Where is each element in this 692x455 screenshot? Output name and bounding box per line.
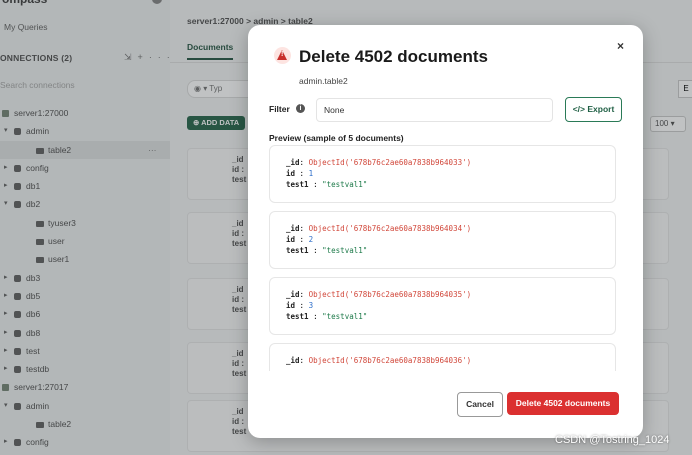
watermark: CSDN @Tostring_1024 (555, 434, 670, 446)
preview-document: _id: ObjectId('678b76c2ae60a7838b964033'… (269, 145, 616, 203)
preview-document: _id: ObjectId('678b76c2ae60a7838b964036'… (269, 343, 616, 371)
export-button[interactable]: </> Export (565, 97, 622, 122)
modal-namespace: admin.table2 (299, 76, 348, 86)
field-value: 3 (308, 301, 314, 310)
export-label: Export (587, 104, 615, 114)
field-separator: : (299, 356, 309, 365)
field-separator: : (295, 169, 309, 178)
preview-document: _id: ObjectId('678b76c2ae60a7838b964034'… (269, 211, 616, 269)
document-field: test1 : "testval1" (286, 312, 367, 321)
field-separator: : (308, 180, 323, 189)
field-separator: : (299, 290, 309, 299)
modal-title: Delete 4502 documents (299, 47, 488, 66)
field-key: id (286, 235, 296, 244)
document-field: test1 : "testval1" (286, 246, 367, 255)
document-field: _id: ObjectId('678b76c2ae60a7838b964035'… (286, 290, 471, 299)
code-icon: </> (572, 104, 585, 114)
field-separator: : (299, 224, 309, 233)
delete-documents-modal: × Delete 4502 documents admin.table2 Fil… (248, 25, 643, 438)
field-value: ObjectId('678b76c2ae60a7838b964035') (308, 290, 472, 299)
field-key: _id (286, 224, 300, 233)
field-key: id (286, 301, 296, 310)
field-key: test1 (286, 312, 309, 321)
field-key: _id (286, 290, 300, 299)
preview-label: Preview (sample of 5 documents) (269, 133, 404, 143)
field-key: test1 (286, 246, 309, 255)
document-field: _id: ObjectId('678b76c2ae60a7838b964036'… (286, 356, 471, 365)
field-separator: : (308, 246, 323, 255)
cancel-button[interactable]: Cancel (457, 392, 503, 417)
field-value: ObjectId('678b76c2ae60a7838b964034') (308, 224, 472, 233)
field-separator: : (295, 235, 309, 244)
field-value: "testval1" (322, 180, 368, 189)
field-value: "testval1" (322, 246, 368, 255)
document-field: test1 : "testval1" (286, 180, 367, 189)
document-field: id : 1 (286, 169, 313, 178)
warning-icon (274, 47, 291, 64)
field-separator: : (299, 158, 309, 167)
field-value: "testval1" (322, 312, 368, 321)
field-separator: : (308, 312, 323, 321)
delete-documents-button[interactable]: Delete 4502 documents (507, 392, 619, 415)
field-separator: : (295, 301, 309, 310)
close-icon[interactable]: × (617, 39, 624, 53)
field-key: test1 (286, 180, 309, 189)
field-key: id (286, 169, 296, 178)
preview-document: _id: ObjectId('678b76c2ae60a7838b964035'… (269, 277, 616, 335)
document-field: _id: ObjectId('678b76c2ae60a7838b964033'… (286, 158, 471, 167)
field-value: 2 (308, 235, 314, 244)
field-value: ObjectId('678b76c2ae60a7838b964033') (308, 158, 472, 167)
document-field: id : 3 (286, 301, 313, 310)
field-key: _id (286, 158, 300, 167)
field-value: ObjectId('678b76c2ae60a7838b964036') (308, 356, 472, 365)
filter-field: None (316, 98, 553, 122)
preview-list[interactable]: _id: ObjectId('678b76c2ae60a7838b964033'… (269, 145, 617, 371)
filter-label: Filter (269, 104, 290, 114)
document-field: _id: ObjectId('678b76c2ae60a7838b964034'… (286, 224, 471, 233)
info-icon[interactable]: i (296, 104, 305, 113)
field-value: 1 (308, 169, 314, 178)
field-key: _id (286, 356, 300, 365)
document-field: id : 2 (286, 235, 313, 244)
